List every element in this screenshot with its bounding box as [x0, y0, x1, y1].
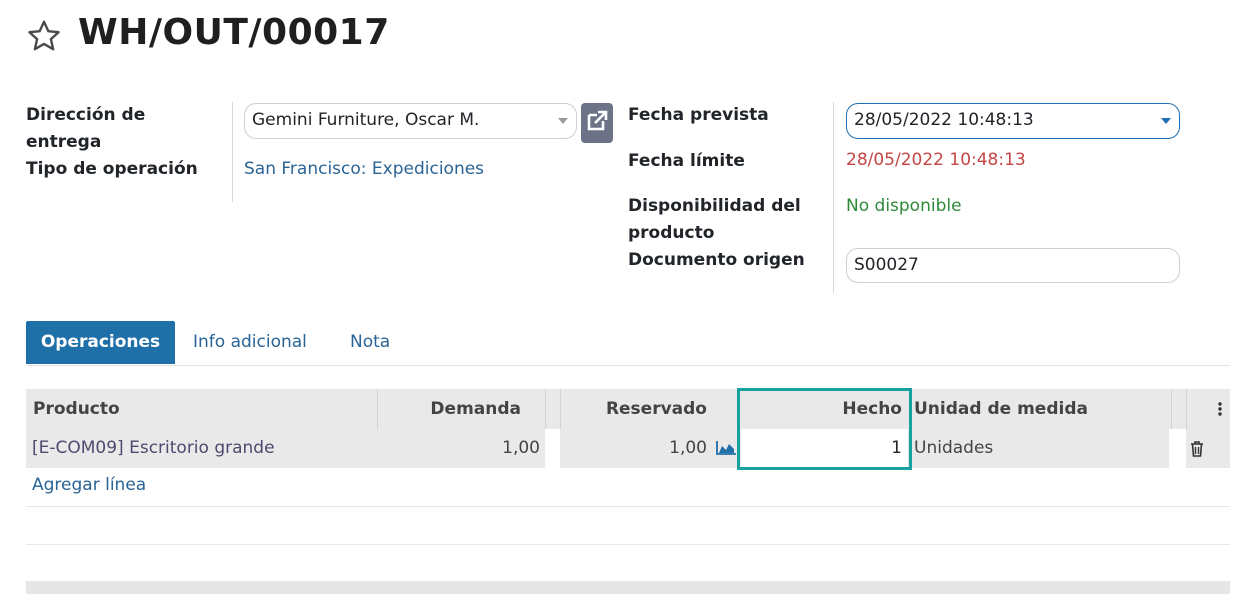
row-gap-cell	[1169, 429, 1186, 468]
scheduled-date-value: 28/05/2022 10:48:13	[854, 110, 1034, 130]
tab-operations[interactable]: Operaciones	[26, 321, 175, 364]
tab-note[interactable]: Nota	[350, 321, 390, 364]
tab-additional-info[interactable]: Info adicional	[193, 321, 307, 364]
form-divider-right	[833, 102, 834, 293]
row-gap-cell	[545, 429, 560, 468]
delivery-address-label: Dirección de entrega	[26, 105, 146, 152]
source-document-field[interactable]: S00027	[846, 248, 1180, 283]
chevron-down-icon	[1161, 118, 1171, 124]
chevron-down-icon	[558, 118, 568, 124]
column-header-reserved[interactable]: Reservado	[561, 389, 707, 429]
column-separator	[1186, 389, 1187, 429]
delivery-address-value: Gemini Furniture, Oscar M.	[252, 110, 480, 130]
table-row-separator	[26, 544, 1230, 545]
row-demand: 1,00	[502, 438, 540, 458]
column-header-product[interactable]: Producto	[33, 389, 120, 429]
page-title: WH/OUT/00017	[78, 12, 390, 53]
column-separator	[1171, 389, 1172, 429]
scheduled-date-label: Fecha prevista	[628, 105, 769, 125]
column-header-demand[interactable]: Demanda	[378, 389, 521, 429]
tab-underline	[26, 365, 1230, 366]
row-uom: Unidades	[914, 438, 994, 458]
area-chart-icon[interactable]	[716, 441, 736, 455]
source-document-value: S00027	[854, 255, 919, 275]
table-row-separator	[26, 506, 1230, 507]
delivery-address-field[interactable]: Gemini Furniture, Oscar M.	[244, 103, 577, 139]
operation-type-link[interactable]: San Francisco: Expediciones	[244, 159, 484, 179]
deadline-value: 28/05/2022 10:48:13	[846, 150, 1026, 170]
row-reserved: 1,00	[669, 438, 707, 458]
availability-value: No disponible	[846, 196, 962, 216]
row-product-link[interactable]: [E-COM09] Escritorio grande	[32, 429, 275, 468]
scheduled-date-field[interactable]: 28/05/2022 10:48:13	[846, 103, 1180, 139]
table-footer	[26, 581, 1230, 594]
column-header-uom[interactable]: Unidad de medida	[914, 389, 1088, 429]
favorite-star-icon[interactable]	[26, 18, 62, 54]
vertical-dots-icon[interactable]	[1217, 401, 1223, 417]
availability-label: Disponibilidad del producto	[628, 196, 801, 243]
source-document-label: Documento origen	[628, 250, 805, 270]
column-separator	[545, 389, 546, 429]
operation-type-label: Tipo de operación	[26, 159, 198, 179]
add-line-link[interactable]: Agregar línea	[32, 475, 146, 495]
external-link-icon	[587, 110, 608, 131]
external-link-button[interactable]	[581, 103, 613, 143]
trash-icon[interactable]	[1190, 441, 1204, 457]
done-column-highlight	[737, 388, 912, 470]
form-divider	[232, 102, 233, 202]
deadline-label: Fecha límite	[628, 151, 745, 171]
